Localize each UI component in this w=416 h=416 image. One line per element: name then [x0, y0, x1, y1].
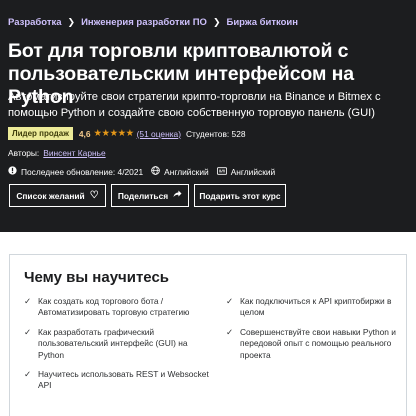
check-icon: ✓: [24, 296, 32, 306]
course-info-row: Последнее обновление: 4/2021 Английский …: [8, 166, 283, 177]
chevron-right-icon: ❯: [212, 17, 221, 27]
course-subtitle: Автоматизируйте свои стратегии крипто-то…: [8, 91, 381, 119]
closed-captions-icon: [216, 166, 227, 177]
course-captions: Английский: [216, 166, 276, 177]
share-arrow-icon: [173, 190, 182, 201]
authors-label: Авторы:: [8, 148, 40, 158]
gift-course-button-label: Подарить этот курс: [199, 190, 281, 201]
share-button-label: Поделиться: [117, 190, 169, 201]
breadcrumb-item-software-engineering[interactable]: Инженерия разработки ПО: [81, 17, 207, 28]
alert-badge-icon: [8, 166, 17, 177]
learn-section-title: Чему вы научитесь: [24, 269, 170, 286]
students-count: Студентов: 528: [186, 128, 246, 139]
last-updated: Последнее обновление: 4/2021: [8, 166, 143, 177]
heart-icon: ♡: [89, 190, 99, 201]
learn-item: ✓ Научитесь использовать REST и Websocke…: [24, 369, 214, 392]
learn-item-text: Как разработать графический пользователь…: [38, 327, 188, 360]
check-icon: ✓: [24, 327, 32, 337]
rating-row: Лидер продаж 4,6 ★★★★★ (51 оценка) Студе…: [8, 127, 246, 140]
wishlist-button-label: Список желаний: [16, 190, 85, 201]
learn-item-text: Как подключиться к API криптобиржи в цел…: [240, 296, 392, 318]
learn-item-text: Как создать код торгового бота / Автомат…: [38, 296, 190, 318]
star-rating-icon: ★★★★★: [93, 128, 135, 139]
author-link[interactable]: Винсент Карнье: [43, 148, 105, 158]
learn-item: ✓ Как подключиться к API криптобиржи в ц…: [226, 296, 402, 319]
course-language: Английский: [151, 166, 209, 177]
wishlist-button[interactable]: Список желаний ♡: [9, 184, 106, 207]
what-you-will-learn: Чему вы научитесь ✓ Как создать код торг…: [9, 254, 407, 416]
share-button[interactable]: Поделиться: [111, 184, 189, 207]
rating-value: 4,6: [78, 128, 91, 139]
check-icon: ✓: [226, 327, 234, 337]
bestseller-badge: Лидер продаж: [8, 127, 73, 140]
check-icon: ✓: [226, 296, 234, 306]
course-language-text: Английский: [164, 166, 209, 177]
learn-item: ✓ Совершенствуйте свои навыки Python и п…: [226, 327, 402, 361]
chevron-right-icon: ❯: [67, 17, 76, 27]
gift-course-button[interactable]: Подарить этот курс: [194, 184, 286, 207]
last-updated-text: Последнее обновление: 4/2021: [21, 166, 144, 177]
globe-icon: [151, 166, 160, 177]
learn-item: ✓ Как создать код торгового бота / Автом…: [24, 296, 214, 319]
learn-item-text: Совершенствуйте свои навыки Python и пер…: [240, 327, 396, 360]
reviews-link[interactable]: (51 оценка): [137, 129, 181, 139]
authors-row: Авторы: Винсент Карнье: [8, 148, 106, 158]
course-captions-text: Английский: [230, 166, 276, 177]
course-header: Разработка ❯ Инженерия разработки ПО ❯ Б…: [0, 0, 416, 232]
breadcrumb: Разработка ❯ Инженерия разработки ПО ❯ Б…: [8, 17, 298, 28]
breadcrumb-item-development[interactable]: Разработка: [8, 17, 62, 28]
breadcrumb-item-bitcoin-exchange[interactable]: Биржа биткоин: [227, 17, 299, 28]
learn-item: ✓ Как разработать графический пользовате…: [24, 327, 214, 361]
check-icon: ✓: [24, 369, 32, 379]
learn-item-text: Научитесь использовать REST и Websocket …: [38, 369, 209, 391]
